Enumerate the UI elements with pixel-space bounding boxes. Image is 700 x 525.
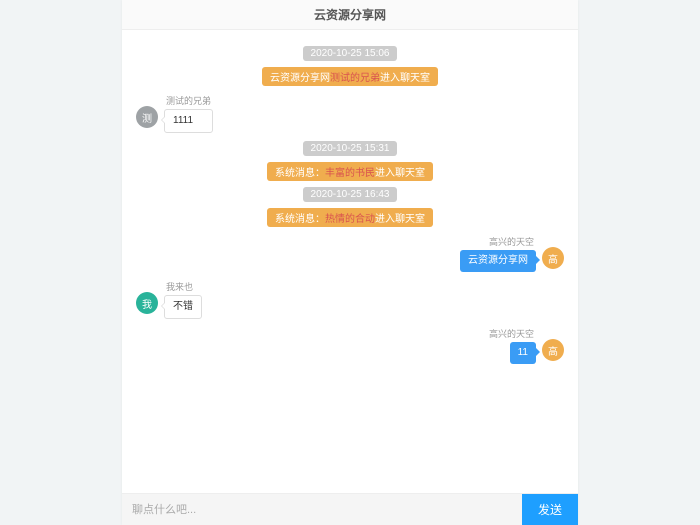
sender-name: 高兴的天空 (487, 235, 536, 248)
system-notice: 系统消息：热情的合动进入聊天室 (136, 208, 564, 227)
chat-title: 云资源分享网 (314, 8, 386, 22)
system-pill: 云资源分享网测试的兄弟进入聊天室 (262, 67, 438, 86)
system-highlight: 测试的兄弟 (330, 73, 380, 84)
avatar[interactable]: 我 (136, 292, 158, 314)
message-column: 高兴的天空 11 (487, 327, 536, 364)
sender-name: 测试的兄弟 (164, 94, 213, 107)
avatar[interactable]: 高 (542, 247, 564, 269)
chat-body[interactable]: 2020-10-25 15:06云资源分享网测试的兄弟进入聊天室测测试的兄弟11… (122, 30, 578, 493)
message-bubble: 不错 (164, 295, 202, 319)
message-column: 我来也不错 (164, 280, 202, 319)
system-pill: 2020-10-25 16:43 (303, 187, 398, 202)
message-row: 高高兴的天空 11 (136, 327, 564, 364)
timestamp: 2020-10-25 15:31 (136, 141, 564, 156)
system-highlight: 热情的合动 (325, 214, 375, 225)
system-pill: 系统消息：丰富的书民进入聊天室 (267, 162, 433, 181)
system-notice: 云资源分享网测试的兄弟进入聊天室 (136, 67, 564, 86)
avatar[interactable]: 测 (136, 106, 158, 128)
message-bubble: 云资源分享网 (460, 250, 536, 272)
timestamp: 2020-10-25 16:43 (136, 187, 564, 202)
message-row: 我我来也不错 (136, 280, 564, 319)
system-pill: 2020-10-25 15:31 (303, 141, 398, 156)
message-bubble: 11 (510, 342, 536, 364)
send-button[interactable]: 发送 (522, 494, 578, 525)
system-highlight: 丰富的书民 (325, 168, 375, 179)
chat-header: 云资源分享网 (122, 0, 578, 30)
system-notice: 系统消息：丰富的书民进入聊天室 (136, 162, 564, 181)
system-pill: 系统消息：热情的合动进入聊天室 (267, 208, 433, 227)
message-bubble: 1111 (164, 109, 213, 133)
message-input[interactable] (122, 494, 522, 525)
system-pill: 2020-10-25 15:06 (303, 46, 398, 61)
chat-window: 云资源分享网 2020-10-25 15:06云资源分享网测试的兄弟进入聊天室测… (122, 0, 578, 525)
message-row: 高高兴的天空云资源分享网 (136, 235, 564, 272)
sender-name: 我来也 (164, 280, 202, 293)
sender-name: 高兴的天空 (487, 327, 536, 340)
message-row: 测测试的兄弟 1111 (136, 94, 564, 133)
chat-footer: 发送 (122, 493, 578, 525)
avatar[interactable]: 高 (542, 339, 564, 361)
message-column: 测试的兄弟 1111 (164, 94, 213, 133)
timestamp: 2020-10-25 15:06 (136, 46, 564, 61)
message-column: 高兴的天空云资源分享网 (460, 235, 536, 272)
